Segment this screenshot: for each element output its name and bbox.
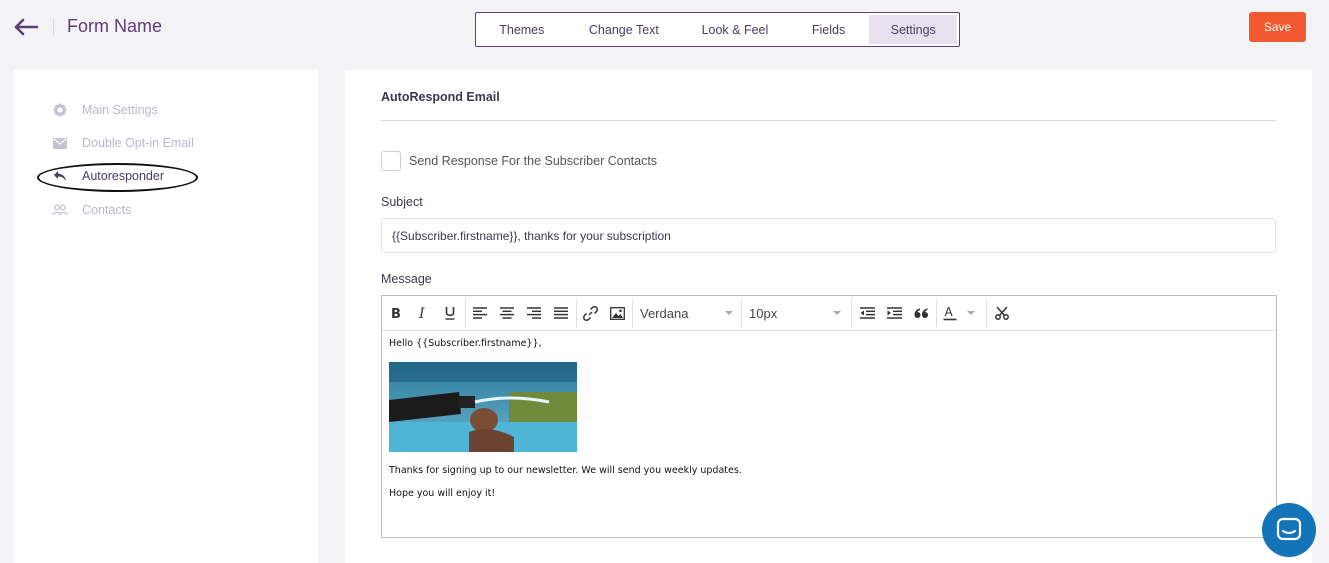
message-editor: B I Verdana 10px A Hello {{Subscriber.fi… xyxy=(381,295,1277,538)
font-size-value: 10px xyxy=(749,305,778,321)
font-color-icon: A xyxy=(943,305,957,321)
toolbar-separator xyxy=(851,299,852,328)
editor-toolbar: B I Verdana 10px A xyxy=(382,296,1276,331)
align-right-button[interactable] xyxy=(526,304,542,322)
tab-fields[interactable]: Fields xyxy=(788,15,870,44)
font-family-select[interactable]: Verdana xyxy=(640,304,736,322)
save-button[interactable]: Save xyxy=(1249,12,1306,42)
underline-icon xyxy=(445,306,455,320)
chevron-down-icon xyxy=(725,311,733,315)
toolbar-separator xyxy=(986,299,987,328)
message-label: Message xyxy=(381,272,432,286)
svg-text:B: B xyxy=(391,307,401,320)
chevron-down-icon xyxy=(833,311,841,315)
tab-themes[interactable]: Themes xyxy=(478,15,566,44)
italic-button[interactable]: I xyxy=(416,304,430,322)
chat-icon xyxy=(1276,517,1302,541)
arrow-left-icon xyxy=(14,18,39,36)
toolbar-separator xyxy=(936,299,937,328)
align-center-button[interactable] xyxy=(499,304,515,322)
cut-button[interactable] xyxy=(994,304,1010,322)
top-header: Form Name Themes Change Text Look & Feel… xyxy=(0,0,1329,56)
section-title: AutoRespond Email xyxy=(381,90,500,104)
align-right-icon xyxy=(527,307,541,319)
tab-bar: Themes Change Text Look & Feel Fields Se… xyxy=(475,12,960,47)
sidebar-item-label: Contacts xyxy=(82,203,132,217)
header-divider xyxy=(53,18,54,36)
toolbar-separator xyxy=(576,299,577,328)
font-family-value: Verdana xyxy=(640,305,689,321)
outdent-button[interactable] xyxy=(859,304,875,322)
underline-button[interactable] xyxy=(443,304,457,322)
align-left-icon xyxy=(473,307,487,319)
sidebar-item-main-settings[interactable]: Main Settings xyxy=(52,100,158,120)
quote-icon xyxy=(914,308,928,318)
toolbar-separator xyxy=(632,299,633,328)
sidebar-item-label: Autoresponder xyxy=(82,169,165,183)
scissors-icon xyxy=(995,306,1009,320)
tab-settings[interactable]: Settings xyxy=(869,15,958,44)
insert-link-button[interactable] xyxy=(582,304,598,322)
tab-look-and-feel[interactable]: Look & Feel xyxy=(682,15,788,44)
editor-body-line: Hope you will enjoy it! xyxy=(389,488,496,499)
tab-change-text[interactable]: Change Text xyxy=(566,15,683,44)
font-color-button[interactable]: A xyxy=(942,304,958,322)
bold-icon: B xyxy=(391,307,401,320)
align-justify-button[interactable] xyxy=(553,304,569,322)
settings-sidebar: Main Settings Double Opt-in Email Autore… xyxy=(14,70,318,563)
gear-icon xyxy=(52,102,68,118)
svg-text:I: I xyxy=(418,306,425,320)
sidebar-item-double-opt-in-email[interactable]: Double Opt-in Email xyxy=(52,133,194,153)
sidebar-item-contacts[interactable]: Contacts xyxy=(52,200,131,220)
toolbar-separator xyxy=(741,299,742,328)
sidebar-item-label: Double Opt-in Email xyxy=(82,136,194,150)
editor-image[interactable] xyxy=(389,362,577,452)
link-icon xyxy=(582,305,598,321)
editor-greeting: Hello {{Subscriber.firstname}}, xyxy=(389,338,542,349)
indent-button[interactable] xyxy=(886,304,902,322)
sidebar-item-autoresponder[interactable]: Autoresponder xyxy=(52,166,164,186)
form-name-title: Form Name xyxy=(67,16,163,36)
send-response-checkbox[interactable] xyxy=(381,151,401,171)
editor-body-line: Thanks for signing up to our newsletter.… xyxy=(389,465,742,476)
font-size-select[interactable]: 10px xyxy=(749,304,845,322)
send-response-row: Send Response For the Subscriber Contact… xyxy=(381,151,657,171)
align-justify-icon xyxy=(554,307,568,319)
sidebar-item-label: Main Settings xyxy=(82,103,158,117)
section-divider xyxy=(381,120,1276,121)
envelope-icon xyxy=(52,135,68,151)
italic-icon: I xyxy=(418,306,425,320)
align-left-button[interactable] xyxy=(472,304,488,322)
contacts-icon xyxy=(52,202,68,218)
back-button[interactable] xyxy=(12,13,40,41)
autorespond-panel: AutoRespond Email Send Response For the … xyxy=(345,70,1312,563)
subject-label: Subject xyxy=(381,195,423,209)
indent-icon xyxy=(886,307,902,319)
chevron-down-icon xyxy=(967,311,975,315)
reply-icon xyxy=(52,168,68,184)
align-center-icon xyxy=(500,307,514,319)
font-color-label: A xyxy=(945,305,954,319)
blockquote-button[interactable] xyxy=(913,304,929,322)
bold-button[interactable]: B xyxy=(389,304,403,322)
send-response-label: Send Response For the Subscriber Contact… xyxy=(409,154,658,168)
image-icon xyxy=(609,306,625,320)
chat-launcher-button[interactable] xyxy=(1262,503,1316,557)
toolbar-separator xyxy=(465,299,466,328)
insert-image-button[interactable] xyxy=(609,304,625,322)
subject-input[interactable] xyxy=(381,218,1276,253)
outdent-icon xyxy=(859,307,875,319)
